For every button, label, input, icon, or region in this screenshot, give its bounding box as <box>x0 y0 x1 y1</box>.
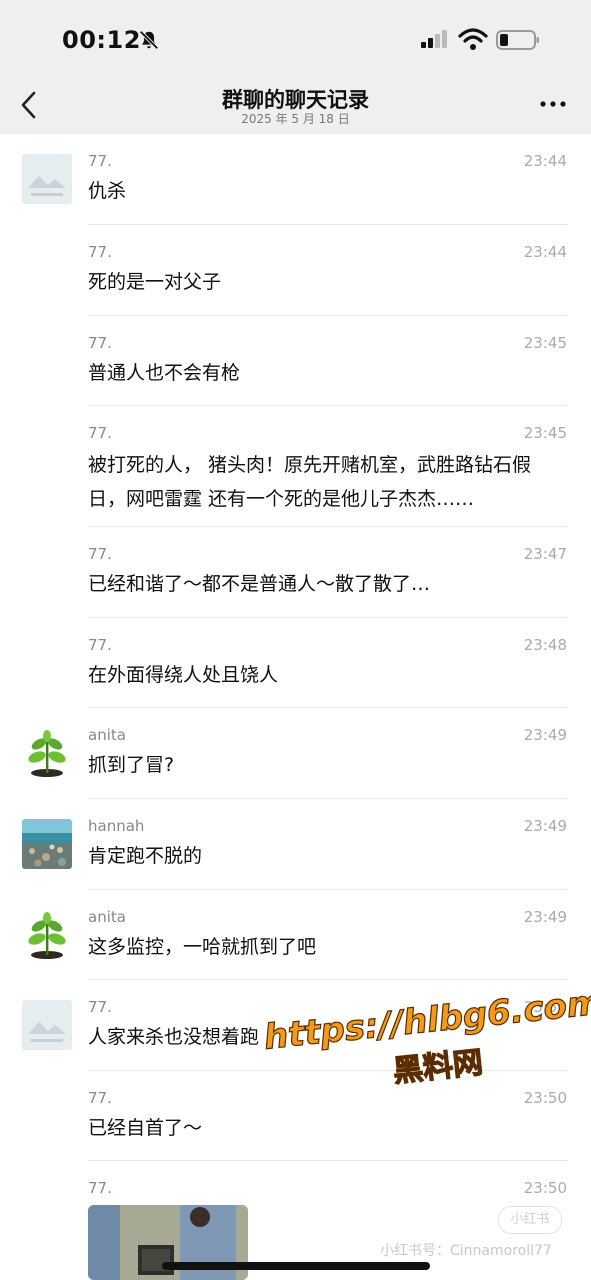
cellular-signal-icon <box>421 30 447 48</box>
beach-photo-icon <box>22 819 72 869</box>
plant-avatar[interactable] <box>22 728 72 778</box>
page-date: 2025 年 5 月 18 日 <box>241 112 350 126</box>
message-sender: 77. <box>88 1179 112 1197</box>
user-77-avatar[interactable] <box>22 154 72 204</box>
message-sender: 77. <box>88 545 112 563</box>
message-item[interactable]: 77. 23:48 在外面得绕人处且饶人 <box>0 618 591 708</box>
message-sender: 77. <box>88 424 112 442</box>
message-sender: 77. <box>88 1089 112 1107</box>
message-text: 被打死的人， 猪头肉！原先开赌机室，武胜路钻石假日，网吧雷霆 还有一个死的是他儿… <box>88 454 532 510</box>
message-time: 23:49 <box>523 817 567 835</box>
message-time: 23:45 <box>523 424 567 442</box>
message-item[interactable]: anita 23:49 抓到了冒? <box>0 708 591 799</box>
message-time: 23:50 <box>523 1179 567 1197</box>
message-item[interactable]: hannah 23:49 肯定跑不脱的 <box>0 799 591 890</box>
message-time: 23:48 <box>523 636 567 654</box>
message-sender: anita <box>88 908 126 926</box>
xiaohongshu-id-watermark: 小红书号：Cinnamoroll77 <box>380 1243 552 1259</box>
status-bar: 00:12 <box>0 0 591 76</box>
sprout-icon <box>22 910 72 960</box>
message-item[interactable]: 77. 23:45 被打死的人， 猪头肉！原先开赌机室，武胜路钻石假日，网吧雷霆… <box>0 406 591 527</box>
home-indicator[interactable] <box>162 1262 430 1270</box>
message-text: 抓到了冒? <box>88 754 175 776</box>
message-sender: 77. <box>88 243 112 261</box>
message-time: 23:49 <box>523 726 567 744</box>
plant-avatar[interactable] <box>22 910 72 960</box>
message-time: 23:47 <box>523 545 567 563</box>
message-text: 已经和谐了～都不是普通人～散了散了… <box>88 573 431 595</box>
message-text: 在外面得绕人处且饶人 <box>88 664 279 686</box>
message-sender: hannah <box>88 817 145 835</box>
message-item[interactable]: 77. 23:45 普通人也不会有枪 <box>0 316 591 406</box>
status-time: 00:12 <box>62 26 141 54</box>
battery-icon <box>496 30 539 50</box>
message-item[interactable]: 77. 23:47 已经和谐了～都不是普通人～散了散了… <box>0 527 591 618</box>
message-text: 死的是一对父子 <box>88 271 222 293</box>
message-item[interactable]: anita 23:49 这多监控，一哈就抓到了吧 <box>0 890 591 980</box>
wifi-icon <box>458 28 488 50</box>
landscape-placeholder-icon <box>22 1000 72 1050</box>
beach-avatar[interactable] <box>22 819 72 869</box>
landscape-placeholder-icon <box>22 154 72 204</box>
message-item[interactable]: 77. 23:44 仇杀 <box>0 134 591 225</box>
message-sender: 77. <box>88 636 112 654</box>
message-sender: anita <box>88 726 126 744</box>
message-text: 仇杀 <box>88 180 127 202</box>
message-text: 普通人也不会有枪 <box>88 362 241 384</box>
chat-header: 群聊的聊天记录 2025 年 5 月 18 日 <box>0 76 591 134</box>
message-text: 这多监控，一哈就抓到了吧 <box>88 936 317 958</box>
message-time: 23:44 <box>523 152 567 170</box>
user-77-avatar[interactable] <box>22 1000 72 1050</box>
bell-muted-icon <box>139 30 159 50</box>
message-time: 23:49 <box>523 908 567 926</box>
message-sender: 77. <box>88 334 112 352</box>
message-text: 已经自首了～ <box>88 1117 203 1139</box>
sprout-icon <box>22 728 72 778</box>
xiaohongshu-badge: 小红书 <box>498 1206 562 1234</box>
message-sender: 77. <box>88 998 112 1016</box>
message-time: 23:50 <box>523 1089 567 1107</box>
more-options-icon[interactable] <box>538 94 568 114</box>
message-text: 肯定跑不脱的 <box>88 845 203 867</box>
message-item[interactable]: 77. 23:44 死的是一对父子 <box>0 225 591 316</box>
message-time: 23:45 <box>523 334 567 352</box>
message-sender: 77. <box>88 152 112 170</box>
message-time: 23:44 <box>523 243 567 261</box>
